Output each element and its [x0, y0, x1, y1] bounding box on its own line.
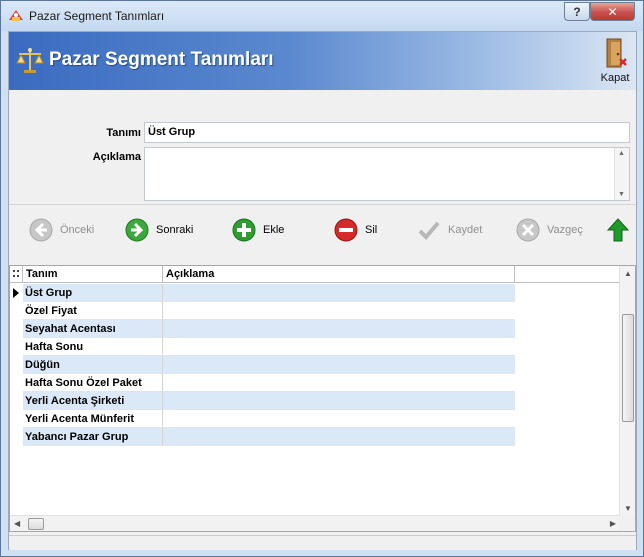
delete-label: Sil [365, 224, 378, 236]
window: Pazar Segment Tanımları ? ✕ Pazar Segmen… [0, 0, 644, 557]
move-up-button[interactable] [606, 215, 630, 245]
table-row[interactable]: Düğün [10, 356, 515, 374]
table-row[interactable]: Üst Grup [10, 284, 515, 302]
cell-aciklama[interactable] [163, 338, 515, 356]
cell-tanim[interactable]: Yerli Acenta Şirketi [23, 392, 163, 410]
close-tool-label: Kapat [600, 72, 630, 84]
grip-icon [13, 270, 19, 277]
cell-tanim[interactable]: Düğün [23, 356, 163, 374]
previous-label: Önceki [60, 224, 95, 236]
table-row[interactable]: Yerli Acenta Münferit [10, 410, 515, 428]
table-row[interactable]: Hafta Sonu [10, 338, 515, 356]
aciklama-label: Açıklama [92, 151, 141, 163]
horizontal-scrollbar[interactable]: ◀ ▶ [10, 515, 620, 531]
tanim-label: Tanımı [106, 127, 141, 139]
aciklama-scrollbar[interactable]: ▲ ▼ [614, 148, 629, 200]
previous-button[interactable]: Önceki [29, 215, 94, 245]
horizontal-scroll-thumb[interactable] [28, 518, 44, 530]
scroll-left-arrow-icon[interactable]: ◀ [14, 519, 20, 528]
table-row[interactable]: Hafta Sonu Özel Paket [10, 374, 515, 392]
current-row-pointer-icon [13, 288, 19, 298]
table-row[interactable]: Seyahat Acentası [10, 320, 515, 338]
delete-button[interactable]: Sil [334, 215, 377, 245]
column-header-tanim[interactable]: Tanım [23, 266, 163, 283]
cell-aciklama[interactable] [163, 320, 515, 338]
status-bar [9, 535, 636, 550]
client-area: Pazar Segment Tanımları Kapat Tanımı Üst… [8, 31, 637, 550]
cell-tanim[interactable]: Hafta Sonu [23, 338, 163, 356]
save-label: Kaydet [448, 224, 483, 236]
cell-tanim[interactable]: Hafta Sonu Özel Paket [23, 374, 163, 392]
cancel-button[interactable]: Vazgeç [516, 215, 583, 245]
grid-header: Tanım Açıklama [10, 266, 620, 283]
table-row[interactable]: Yerli Acenta Şirketi [10, 392, 515, 410]
next-label: Sonraki [156, 224, 194, 236]
checkmark-icon [418, 221, 440, 240]
table-row[interactable]: Yabancı Pazar Grup [10, 428, 515, 446]
aciklama-textarea[interactable]: ▲ ▼ [144, 147, 630, 201]
scroll-up-icon[interactable]: ▲ [618, 150, 625, 157]
scrollbar-corner [619, 515, 635, 531]
scales-icon [16, 48, 44, 73]
arrow-right-circle-icon [125, 218, 149, 242]
next-button[interactable]: Sonraki [125, 215, 193, 245]
cell-tanim[interactable]: Yerli Acenta Münferit [23, 410, 163, 428]
cell-aciklama[interactable] [163, 284, 515, 302]
save-button[interactable]: Kaydet [417, 215, 482, 245]
cell-aciklama[interactable] [163, 410, 515, 428]
page-title: Pazar Segment Tanımları [49, 49, 274, 70]
plus-circle-icon [232, 218, 256, 242]
cell-aciklama[interactable] [163, 392, 515, 410]
table-row[interactable]: Özel Fiyat [10, 302, 515, 320]
door-exit-icon [606, 38, 627, 68]
title-bar: Pazar Segment Tanımları ? ✕ [1, 1, 643, 31]
cell-tanim[interactable]: Özel Fiyat [23, 302, 163, 320]
minus-circle-icon [334, 218, 358, 242]
scroll-down-icon[interactable]: ▼ [618, 191, 625, 198]
data-grid[interactable]: Tanım Açıklama Üst Grup Özel Fiyat Seyahat… [9, 265, 636, 532]
cell-tanim[interactable]: Yabancı Pazar Grup [23, 428, 163, 446]
cell-aciklama[interactable] [163, 374, 515, 392]
window-title: Pazar Segment Tanımları [29, 9, 165, 23]
cancel-label: Vazgeç [547, 224, 583, 236]
vertical-scrollbar[interactable]: ▲ ▼ [619, 266, 635, 516]
vertical-scroll-thumb[interactable] [622, 314, 634, 422]
cell-aciklama[interactable] [163, 356, 515, 374]
arrow-left-circle-icon [29, 218, 53, 242]
grid-corner[interactable] [10, 266, 23, 283]
tanim-input[interactable]: Üst Grup [144, 122, 630, 143]
help-button[interactable]: ? [564, 2, 590, 21]
scroll-down-arrow-icon[interactable]: ▼ [624, 504, 632, 513]
window-close-button[interactable]: ✕ [590, 2, 635, 21]
cancel-x-circle-icon [516, 218, 540, 242]
app-icon [9, 10, 23, 21]
cell-aciklama[interactable] [163, 428, 515, 446]
scroll-right-arrow-icon[interactable]: ▶ [610, 519, 616, 528]
form-area: Tanımı Üst Grup Açıklama ▲ ▼ [9, 90, 636, 203]
cell-tanim[interactable]: Seyahat Acentası [23, 320, 163, 338]
add-button[interactable]: Ekle [232, 215, 284, 245]
toolbar: Önceki Sonraki Ekle Sil Kaydet Vazgeç [9, 204, 636, 260]
arrow-up-icon [606, 218, 630, 242]
add-label: Ekle [263, 224, 285, 236]
page-header: Pazar Segment Tanımları Kapat [9, 32, 636, 90]
cell-tanim[interactable]: Üst Grup [23, 284, 163, 302]
cell-aciklama[interactable] [163, 302, 515, 320]
close-tool-button[interactable]: Kapat [597, 35, 633, 87]
scroll-up-arrow-icon[interactable]: ▲ [624, 269, 632, 278]
column-header-aciklama[interactable]: Açıklama [163, 266, 515, 283]
